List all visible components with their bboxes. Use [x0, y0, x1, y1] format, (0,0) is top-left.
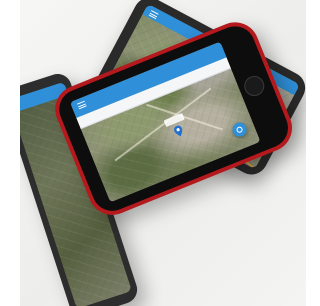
front-phone	[48, 15, 300, 223]
crosshair-icon	[235, 125, 244, 134]
menu-icon[interactable]	[77, 101, 87, 110]
photo-margin	[0, 0, 20, 306]
photo-scene	[0, 0, 306, 306]
menu-icon[interactable]	[148, 10, 159, 20]
